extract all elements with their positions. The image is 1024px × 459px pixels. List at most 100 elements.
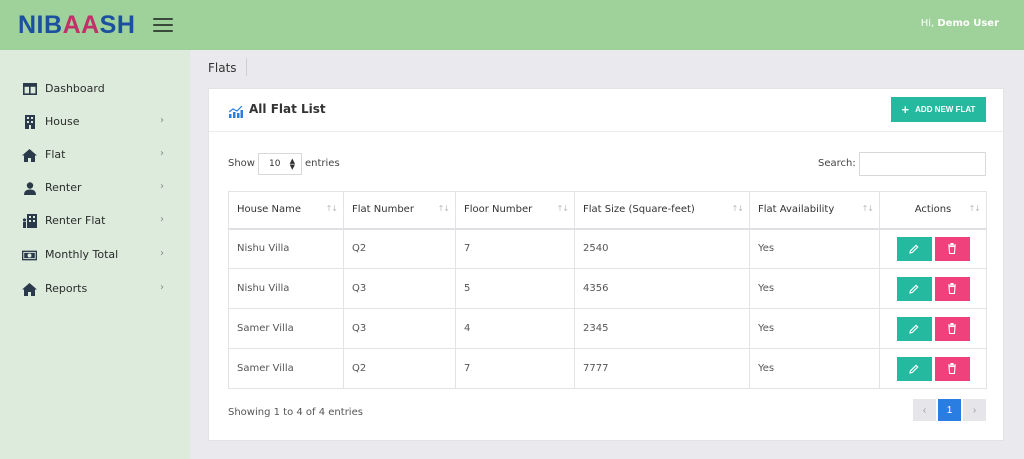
- edit-button[interactable]: [896, 236, 932, 261]
- cell-house-name: Nishu Villa: [228, 268, 344, 309]
- table-info: Showing 1 to 4 of 4 entries: [228, 407, 363, 418]
- page-size-select[interactable]: 10 ▲ ▼: [258, 153, 302, 175]
- sidebar: Dashboard House › Flat › Renter › Renter…: [0, 50, 190, 459]
- show-label: Show: [228, 158, 255, 169]
- delete-button[interactable]: [934, 236, 970, 261]
- prev-page-button[interactable]: ‹: [913, 399, 936, 421]
- sidebar-item-label: House: [45, 115, 80, 128]
- dashboard-icon: [22, 82, 37, 96]
- sidebar-item-label: Reports: [45, 282, 88, 295]
- cell-flat-size: 4356: [574, 268, 750, 309]
- trash-icon: [948, 283, 956, 294]
- delete-button[interactable]: [934, 276, 970, 301]
- column-header-actions[interactable]: Actions ↑↓: [879, 191, 987, 230]
- card-header: All Flat List + ADD NEW FLAT: [209, 89, 1003, 132]
- search-label: Search:: [818, 158, 856, 169]
- cell-flat-availability: Yes: [749, 308, 880, 349]
- cell-flat-number: Q2: [343, 348, 456, 389]
- cell-house-name: Samer Villa: [228, 308, 344, 349]
- pencil-icon: [909, 244, 919, 254]
- column-header-house-name[interactable]: House Name ↑↓: [228, 191, 344, 230]
- plus-icon: +: [901, 102, 910, 117]
- sort-icon: ↑↓: [731, 204, 744, 213]
- cell-actions: [879, 348, 987, 389]
- greeting-text: Hi,: [920, 18, 935, 29]
- pagination: ‹ 1 ›: [913, 399, 986, 421]
- delete-button[interactable]: [934, 316, 970, 341]
- money-icon: [22, 248, 37, 262]
- brand-accent: AA: [62, 10, 100, 39]
- sidebar-item-label: Flat: [45, 148, 66, 161]
- cell-floor-number: 7: [455, 348, 575, 389]
- sidebar-item-house[interactable]: House ›: [0, 109, 190, 135]
- cell-house-name: Samer Villa: [228, 348, 344, 389]
- column-header-floor-number[interactable]: Floor Number ↑↓: [455, 191, 575, 230]
- chevron-right-icon: ›: [160, 214, 164, 225]
- cell-actions: [879, 308, 987, 349]
- cell-flat-size: 2540: [574, 228, 750, 269]
- title-divider: [246, 58, 247, 76]
- cell-floor-number: 7: [455, 228, 575, 269]
- edit-button[interactable]: [896, 276, 932, 301]
- brand-suffix: SH: [99, 10, 136, 39]
- chevron-right-icon: ›: [160, 282, 164, 293]
- sort-icon: ↑↓: [968, 204, 981, 213]
- chevron-right-icon: ›: [160, 148, 164, 159]
- sidebar-item-dashboard[interactable]: Dashboard: [0, 76, 190, 102]
- sort-icon: ↑↓: [861, 204, 874, 213]
- user-icon: [22, 181, 37, 195]
- renter-flat-icon: [22, 214, 37, 228]
- chevron-right-icon: ›: [160, 181, 164, 192]
- user-greeting[interactable]: Hi, Demo User: [921, 18, 999, 29]
- cell-actions: [879, 268, 987, 309]
- column-header-flat-availability[interactable]: Flat Availability ↑↓: [749, 191, 880, 230]
- sidebar-item-reports[interactable]: Reports ›: [0, 276, 190, 302]
- add-new-flat-button[interactable]: + ADD NEW FLAT: [891, 97, 986, 122]
- pencil-icon: [909, 323, 919, 334]
- cell-flat-number: Q3: [343, 268, 456, 309]
- cell-flat-number: Q3: [343, 308, 456, 349]
- search-input[interactable]: [859, 152, 986, 176]
- column-header-flat-size[interactable]: Flat Size (Square-feet) ↑↓: [574, 191, 750, 230]
- next-page-button[interactable]: ›: [963, 399, 986, 421]
- cell-flat-size: 7777: [574, 348, 750, 389]
- table-row: Nishu Villa Q3 5 4356 Yes: [228, 268, 987, 309]
- trash-icon: [948, 323, 956, 334]
- cell-floor-number: 5: [455, 268, 575, 309]
- page-1-button[interactable]: 1: [938, 399, 961, 421]
- edit-button[interactable]: [896, 356, 932, 381]
- card-title: All Flat List: [249, 102, 326, 116]
- sort-icon: ↑↓: [556, 204, 569, 213]
- chevron-right-icon: ›: [160, 248, 164, 259]
- sidebar-item-renter[interactable]: Renter ›: [0, 175, 190, 201]
- page-title: Flats: [208, 61, 237, 75]
- sort-icon: ↑↓: [437, 204, 450, 213]
- cell-flat-size: 2345: [574, 308, 750, 349]
- column-header-flat-number[interactable]: Flat Number ↑↓: [343, 191, 456, 230]
- cell-flat-availability: Yes: [749, 268, 880, 309]
- chart-icon: [228, 103, 243, 122]
- chevron-right-icon: ›: [160, 115, 164, 126]
- sidebar-item-label: Renter: [45, 181, 82, 194]
- cell-house-name: Nishu Villa: [228, 228, 344, 269]
- brand-logo[interactable]: NIB AA SH: [18, 11, 135, 40]
- cell-floor-number: 4: [455, 308, 575, 349]
- sort-icon: ↑↓: [325, 204, 338, 213]
- sidebar-item-label: Monthly Total: [45, 248, 119, 261]
- add-new-flat-label: ADD NEW FLAT: [915, 105, 976, 114]
- flat-list-card: All Flat List + ADD NEW FLAT Show 10 ▲ ▼ …: [208, 88, 1004, 441]
- edit-button[interactable]: [896, 316, 932, 341]
- brand-prefix: NIB: [18, 10, 63, 39]
- trash-icon: [948, 243, 956, 255]
- sidebar-item-monthly-total[interactable]: Monthly Total ›: [0, 242, 190, 268]
- pencil-icon: [909, 363, 919, 374]
- hamburger-menu-icon[interactable]: [153, 18, 174, 32]
- sidebar-item-flat[interactable]: Flat ›: [0, 142, 190, 168]
- home-icon: [22, 148, 37, 162]
- home-icon: [22, 282, 37, 296]
- cell-flat-number: Q2: [343, 228, 456, 269]
- delete-button[interactable]: [934, 356, 970, 381]
- table-row: Samer Villa Q3 4 2345 Yes: [228, 308, 987, 349]
- page-size-value: 10: [269, 159, 281, 169]
- sidebar-item-renter-flat[interactable]: Renter Flat ›: [0, 208, 190, 234]
